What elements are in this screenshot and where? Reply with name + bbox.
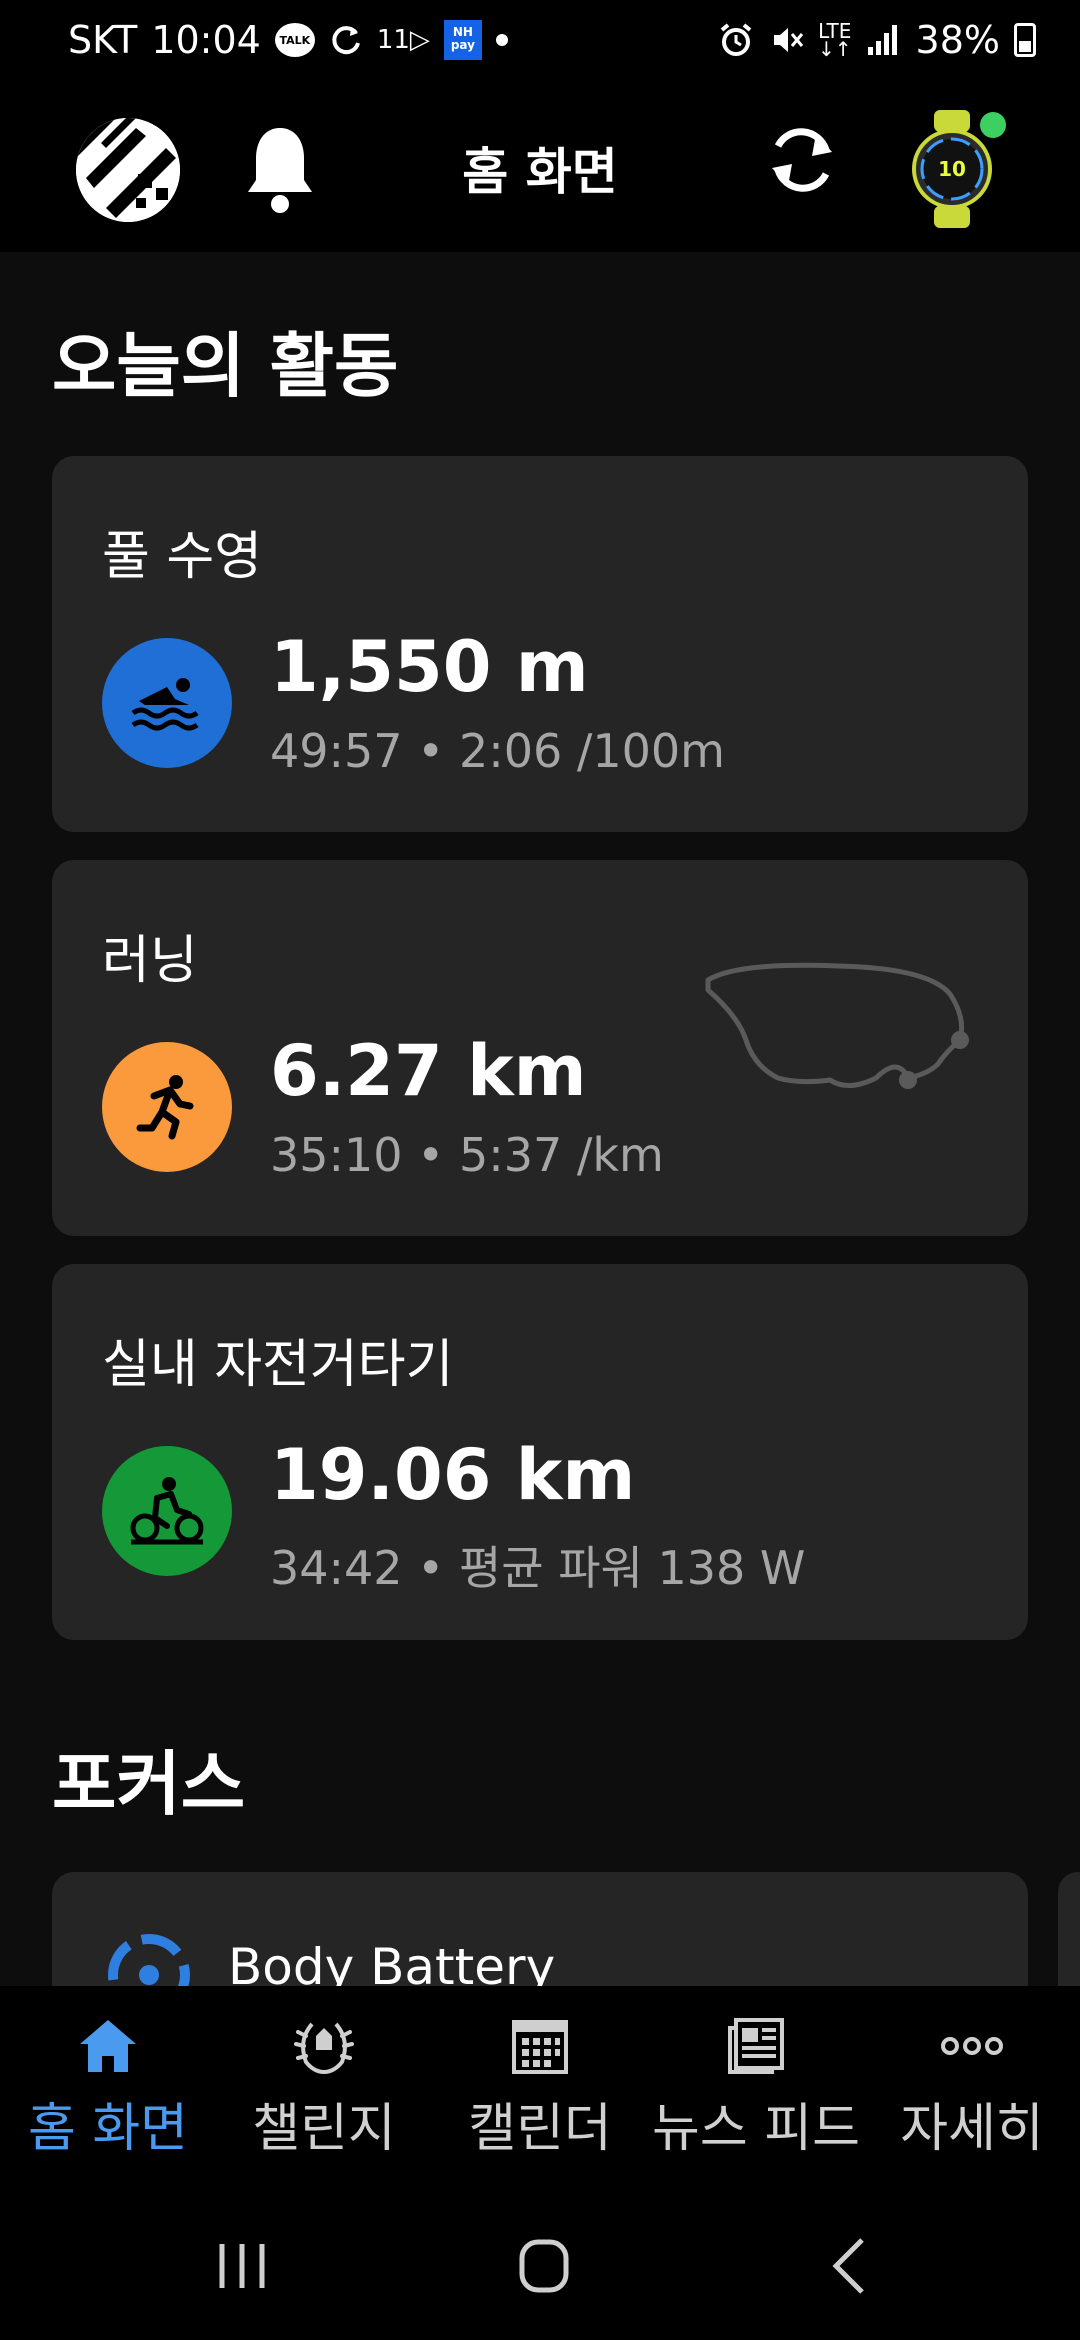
svg-text:10: 10 (938, 157, 966, 181)
kakaotalk-icon: TALK (274, 23, 315, 57)
device-connected-dot (980, 112, 1006, 138)
nav-label: 홈 화면 (27, 2099, 189, 2159)
activity-name: 실내 자전거타기 (102, 1335, 454, 1395)
section-title-focus: 포커스 (52, 1743, 246, 1825)
activity-distance: 1,550 m (270, 626, 589, 708)
signal-icon (867, 25, 897, 55)
cyclist-icon (102, 1446, 232, 1576)
sync-status-icon (332, 26, 360, 55)
activity-name: 러닝 (102, 931, 198, 991)
activity-distance: 6.27 km (270, 1030, 587, 1112)
activity-card-pool-swim[interactable]: 풀 수영 1,550 m 49:57 • 2:06 /100m (52, 456, 1028, 832)
status-bar: SKT 10:04 TALK 11▷ NH pay LTE ↓↑ 38% (0, 0, 1080, 72)
sync-icon[interactable] (762, 112, 842, 208)
more-icon (941, 2037, 1003, 2055)
battery-icon (1014, 23, 1036, 57)
activity-details: 35:10 • 5:37 /km (270, 1128, 664, 1182)
carrier-label: SKT (68, 18, 138, 62)
activity-details: 49:57 • 2:06 /100m (270, 724, 725, 778)
activity-card-running[interactable]: 러닝 6.27 km 35:10 • 5:37 /km (52, 860, 1028, 1236)
system-navigation-bar (0, 2186, 1080, 2340)
mute-icon (774, 28, 804, 52)
laurel-icon (294, 2022, 354, 2075)
home-button-icon[interactable] (504, 2226, 584, 2306)
nhpay-icon: NH pay (443, 20, 482, 60)
eleven-street-icon: 11▷ (376, 25, 430, 55)
home-screen: SKT 10:04 TALK 11▷ NH pay LTE ↓↑ 38% 홈 화… (0, 0, 1080, 2340)
recent-apps-icon[interactable] (202, 2226, 282, 2306)
alarm-icon (720, 23, 752, 56)
activity-card-indoor-cycling[interactable]: 실내 자전거타기 19.06 km 34:42 • 평균 파워 138 W (52, 1264, 1028, 1640)
activity-details: 34:42 • 평균 파워 138 W (270, 1541, 806, 1595)
home-icon (80, 2020, 136, 2072)
back-icon[interactable] (810, 2226, 890, 2306)
notification-dot-icon (495, 34, 508, 46)
bottom-navigation: 홈 화면 챌린지 캘린더 뉴스 피드 자세히 (0, 1986, 1080, 2186)
nav-item-newsfeed[interactable]: 뉴스 피드 (648, 1986, 864, 2186)
nav-item-more[interactable]: 자세히 (864, 1986, 1080, 2186)
nav-label: 자세히 (900, 2099, 1044, 2159)
route-map-thumbnail (705, 962, 969, 1089)
battery-percent: 38% (915, 18, 1000, 62)
activity-name: 풀 수영 (102, 527, 263, 587)
clock: 10:04 (151, 18, 261, 62)
lte-icon: LTE ↓↑ (818, 19, 852, 61)
nav-label: 챌린지 (252, 2099, 396, 2159)
calendar-icon (512, 2020, 568, 2074)
swimmer-icon (102, 638, 232, 768)
nav-item-calendar[interactable]: 캘린더 (432, 1986, 648, 2186)
activity-distance: 19.06 km (270, 1434, 636, 1516)
nav-label: 뉴스 피드 (652, 2099, 860, 2159)
nav-item-challenges[interactable]: 챌린지 (216, 1986, 432, 2186)
section-title-today: 오늘의 활동 (52, 325, 399, 407)
nav-label: 캘린더 (468, 2099, 612, 2159)
app-header: 홈 화면 10 (0, 72, 1080, 252)
runner-icon (102, 1042, 232, 1172)
nav-item-home[interactable]: 홈 화면 (0, 1986, 216, 2186)
newsfeed-icon (728, 2018, 784, 2074)
